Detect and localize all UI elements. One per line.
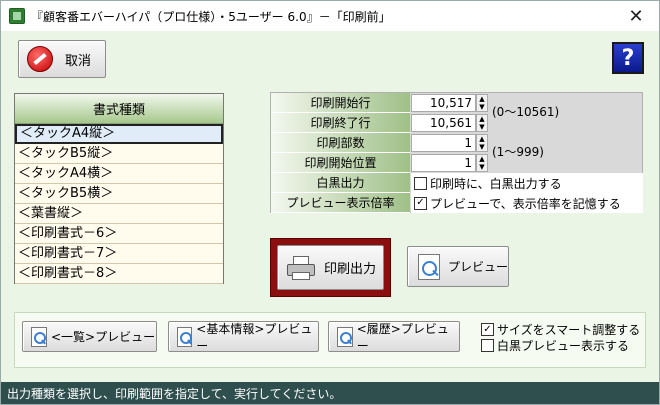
- title-bar: 『顧客番エバーハイパ（プロ仕様）・5ユーザー 6.0』－「印刷前」 ✕: [1, 1, 659, 31]
- end-row-label: 印刷終了行: [271, 113, 410, 133]
- format-list-header: 書式種類: [15, 94, 223, 124]
- preview-doc-icon: [337, 326, 353, 347]
- format-item[interactable]: ＜タックB5縦＞: [15, 144, 223, 164]
- print-button[interactable]: 印刷出力: [277, 245, 384, 290]
- preview-doc-icon: [418, 253, 440, 280]
- monochrome-setting: 白黒出力 印刷時に、白黒出力する: [271, 173, 644, 193]
- start-position-input[interactable]: 1: [411, 154, 476, 172]
- preview-zoom-checkbox[interactable]: ✓: [414, 196, 427, 210]
- mono-preview-checkbox[interactable]: [481, 339, 494, 352]
- spin-up-icon[interactable]: ▲: [477, 135, 487, 143]
- print-button-frame: 印刷出力: [270, 238, 391, 297]
- print-settings-panel: 印刷開始行 10,517 ▲ ▼ (0～10561) 印刷終了行 10,561 ▲…: [270, 92, 643, 213]
- copies-input[interactable]: 1: [411, 134, 476, 152]
- list-preview-button[interactable]: <一覧>プレビュー: [22, 321, 157, 352]
- app-icon: [9, 8, 25, 24]
- format-item[interactable]: ＜タックA4横＞: [15, 164, 223, 184]
- help-button[interactable]: ?: [612, 42, 644, 74]
- close-button[interactable]: ✕: [613, 1, 659, 31]
- start-row-input[interactable]: 10,517: [411, 94, 476, 112]
- preview-zoom-text: プレビューで、表示倍率を記憶する: [430, 196, 621, 211]
- start-position-label: 印刷開始位置: [271, 153, 410, 173]
- mono-preview-text: 白黒プレビュー表示する: [497, 339, 630, 353]
- preview-button[interactable]: プレビュー: [407, 246, 509, 287]
- spin-up-icon[interactable]: ▲: [477, 155, 487, 163]
- mono-preview-option[interactable]: 白黒プレビュー表示する: [481, 337, 629, 354]
- format-item[interactable]: ＜葉書縦＞: [15, 204, 223, 224]
- end-row-input[interactable]: 10,561: [411, 114, 476, 132]
- spin-down-icon[interactable]: ▼: [477, 143, 487, 151]
- history-preview-label: <履歴>プレビュー: [356, 321, 449, 353]
- format-item[interactable]: ＜タックB5横＞: [15, 184, 223, 204]
- end-row-setting: 印刷終了行 10,561 ▲ ▼: [271, 113, 644, 133]
- smart-size-checkbox[interactable]: ✓: [481, 323, 494, 336]
- copies-setting: 印刷部数 1 ▲ ▼ (1～999): [271, 133, 644, 159]
- basic-info-preview-button[interactable]: <基本情報>プレビュー: [168, 321, 319, 353]
- spin-up-icon[interactable]: ▲: [477, 95, 487, 103]
- spin-down-icon[interactable]: ▼: [477, 123, 487, 131]
- format-item[interactable]: ＜印刷書式－7＞: [15, 244, 223, 264]
- format-item[interactable]: ＜タックA4縦＞: [15, 124, 223, 144]
- cancel-button[interactable]: 取消: [18, 40, 106, 78]
- monochrome-text: 印刷時に、白黒出力する: [430, 176, 562, 191]
- copies-spinner[interactable]: ▲ ▼: [476, 134, 488, 152]
- copies-label: 印刷部数: [271, 133, 410, 153]
- start-position-spinner[interactable]: ▲ ▼: [476, 154, 488, 172]
- cancel-icon: [27, 46, 53, 72]
- smart-size-text: サイズをスマート調整する: [497, 323, 641, 337]
- preview-zoom-checkbox-row[interactable]: ✓ プレビューで、表示倍率を記憶する: [411, 193, 643, 213]
- format-item[interactable]: ＜印刷書式－6＞: [15, 224, 223, 244]
- printer-icon: [287, 255, 315, 280]
- start-row-label: 印刷開始行: [271, 93, 410, 113]
- end-row-spinner[interactable]: ▲ ▼: [476, 114, 488, 132]
- spin-down-icon[interactable]: ▼: [477, 103, 487, 111]
- cancel-label: 取消: [65, 53, 92, 69]
- preview-zoom-setting: プレビュー表示倍率 ✓ プレビューで、表示倍率を記憶する: [271, 193, 644, 213]
- preview-doc-icon: [31, 326, 47, 347]
- monochrome-checkbox-row[interactable]: 印刷時に、白黒出力する: [411, 173, 643, 193]
- basic-info-preview-label: <基本情報>プレビュー: [196, 321, 313, 353]
- status-message: 出力種類を選択し、印刷範囲を指定して、実行してください。: [7, 386, 342, 401]
- print-label: 印刷出力: [324, 262, 377, 277]
- format-list: 書式種類 ＜タックA4縦＞ ＜タックB5縦＞ ＜タックA4横＞ ＜タックB5横＞…: [14, 93, 224, 284]
- start-row-setting: 印刷開始行 10,517 ▲ ▼ (0～10561): [271, 93, 644, 119]
- start-row-spinner[interactable]: ▲ ▼: [476, 94, 488, 112]
- start-position-setting: 印刷開始位置 1 ▲ ▼: [271, 153, 644, 173]
- preview-label: プレビュー: [448, 260, 509, 274]
- preview-zoom-label: プレビュー表示倍率: [271, 193, 410, 213]
- window-title: 『顧客番エバーハイパ（プロ仕様）・5ユーザー 6.0』－「印刷前」: [31, 9, 391, 24]
- smart-size-option[interactable]: ✓ サイズをスマート調整する: [481, 321, 640, 338]
- history-preview-button[interactable]: <履歴>プレビュー: [328, 321, 460, 353]
- format-item[interactable]: ＜印刷書式－8＞: [15, 264, 223, 284]
- print-dialog-window: 『顧客番エバーハイパ（プロ仕様）・5ユーザー 6.0』－「印刷前」 ✕ 取消 ?…: [0, 0, 660, 405]
- monochrome-checkbox[interactable]: [414, 176, 427, 190]
- monochrome-label: 白黒出力: [271, 173, 410, 193]
- preview-doc-icon: [177, 326, 193, 347]
- spin-up-icon[interactable]: ▲: [477, 115, 487, 123]
- status-bar: 出力種類を選択し、印刷範囲を指定して、実行してください。: [1, 382, 659, 404]
- spin-down-icon[interactable]: ▼: [477, 163, 487, 171]
- list-preview-label: <一覧>プレビュー: [51, 330, 156, 344]
